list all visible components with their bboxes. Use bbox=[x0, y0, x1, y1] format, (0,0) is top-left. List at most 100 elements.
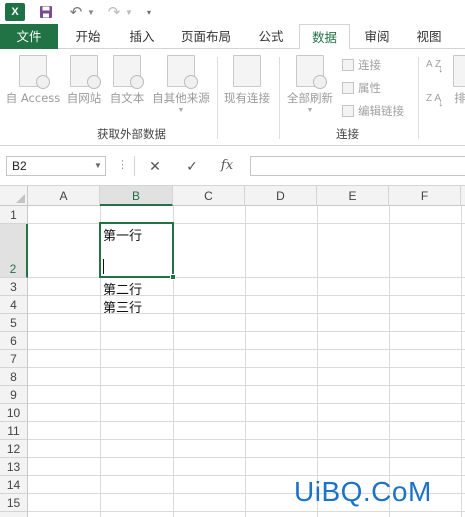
customize-toolbar-icon[interactable]: ▾ bbox=[144, 3, 154, 21]
undo-icon[interactable]: ↶ bbox=[68, 3, 84, 21]
tab-page-layout[interactable]: 页面布局 bbox=[174, 24, 238, 49]
sort-ascending-arrow-icon: ↓ bbox=[438, 63, 444, 75]
column-header-g[interactable] bbox=[461, 186, 465, 206]
row-header-9[interactable]: 9 bbox=[0, 386, 28, 404]
column-header-c[interactable]: C bbox=[173, 186, 245, 206]
watermark: UiBQ.CoM bbox=[294, 476, 432, 507]
column-header-a[interactable]: A bbox=[28, 186, 100, 206]
properties-button[interactable]: 属性 bbox=[342, 78, 381, 98]
row-header-12[interactable]: 12 bbox=[0, 440, 28, 458]
row-header-5[interactable]: 5 bbox=[0, 314, 28, 332]
access-icon bbox=[19, 55, 50, 89]
cancel-icon[interactable]: ✕ bbox=[144, 156, 166, 176]
web-icon bbox=[70, 55, 101, 89]
row-header-8[interactable]: 8 bbox=[0, 368, 28, 386]
ribbon-data: 自 Access 自网站 自文本 自其他来源 ▼ 获取外部数据 现有连接 全部刷… bbox=[0, 49, 465, 146]
gridline bbox=[28, 457, 465, 458]
row-header-13[interactable]: 13 bbox=[0, 458, 28, 476]
gridline bbox=[317, 206, 318, 517]
row-header-14[interactable]: 14 bbox=[0, 476, 28, 494]
column-header-f[interactable]: F bbox=[389, 186, 461, 206]
row-header-4[interactable]: 4 bbox=[0, 296, 28, 314]
edit-links-button[interactable]: 编辑链接 bbox=[342, 101, 404, 121]
name-box-dropdown-icon[interactable]: ▼ bbox=[90, 156, 106, 176]
sort-button[interactable]: 排 bbox=[450, 53, 465, 106]
tab-review[interactable]: 审阅 bbox=[354, 24, 400, 49]
sort-icon bbox=[453, 55, 465, 87]
row-header-7[interactable]: 7 bbox=[0, 350, 28, 368]
formula-bar: B2 ▼ ⋮ ✕ ✓ fx bbox=[0, 146, 465, 186]
tab-file[interactable]: 文件 bbox=[0, 24, 58, 49]
column-header-d[interactable]: D bbox=[245, 186, 317, 206]
connections-button[interactable]: 连接 bbox=[342, 55, 381, 75]
save-icon[interactable] bbox=[38, 3, 54, 21]
gridline bbox=[28, 223, 465, 224]
enter-icon[interactable]: ✓ bbox=[181, 156, 203, 176]
connections-icon bbox=[342, 59, 354, 71]
group-divider bbox=[418, 57, 419, 139]
select-all-button[interactable] bbox=[0, 186, 28, 206]
gridline bbox=[28, 511, 465, 512]
row-header-10[interactable]: 10 bbox=[0, 404, 28, 422]
edit-links-icon bbox=[342, 105, 354, 117]
from-access-button[interactable]: 自 Access bbox=[4, 53, 62, 106]
other-sources-icon bbox=[167, 55, 198, 89]
row-header-15[interactable]: 15 bbox=[0, 494, 28, 512]
text-file-icon bbox=[113, 55, 144, 89]
gridline bbox=[28, 385, 465, 386]
existing-connections-icon bbox=[233, 55, 261, 87]
gridline bbox=[389, 206, 390, 517]
existing-connections-button[interactable]: 现有连接 bbox=[220, 53, 274, 106]
formula-input[interactable] bbox=[250, 156, 465, 176]
refresh-all-button[interactable]: 全部刷新 ▼ bbox=[284, 53, 336, 114]
spreadsheet-grid[interactable]: A B C D E F 1 2 3 4 5 6 7 8 9 10 11 12 1… bbox=[0, 186, 465, 517]
redo-icon[interactable]: ↷ bbox=[106, 3, 122, 21]
gridline bbox=[28, 331, 465, 332]
chevron-down-icon: ▼ bbox=[177, 107, 185, 114]
tab-formulas[interactable]: 公式 bbox=[248, 24, 294, 49]
group-label-connections: 连接 bbox=[336, 127, 359, 141]
cell-b3: 第二行 bbox=[103, 283, 143, 298]
tab-data[interactable]: 数据 bbox=[299, 24, 350, 50]
tab-view[interactable]: 视图 bbox=[406, 24, 452, 49]
from-other-sources-button[interactable]: 自其他来源 ▼ bbox=[149, 53, 213, 114]
tab-home[interactable]: 开始 bbox=[64, 24, 112, 49]
row-header-11[interactable]: 11 bbox=[0, 422, 28, 440]
undo-dropdown-icon[interactable]: ▼ bbox=[86, 3, 96, 21]
row-header-6[interactable]: 6 bbox=[0, 332, 28, 350]
group-divider bbox=[217, 57, 218, 139]
gridline bbox=[245, 206, 246, 517]
gridline bbox=[28, 295, 465, 296]
row-header-1[interactable]: 1 bbox=[0, 206, 28, 224]
redo-dropdown-icon[interactable]: ▼ bbox=[124, 3, 134, 21]
group-divider bbox=[279, 57, 280, 139]
sort-descending-arrow-icon: ↓ bbox=[438, 97, 444, 109]
fill-handle[interactable] bbox=[170, 274, 176, 280]
row-header-3[interactable]: 3 bbox=[0, 278, 28, 296]
gridline bbox=[28, 313, 465, 314]
ribbon-tabs: 文件 开始 插入 页面布局 公式 数据 审阅 视图 bbox=[0, 24, 465, 50]
cell-b4: 第三行 bbox=[103, 301, 143, 316]
gridline bbox=[28, 367, 465, 368]
text-cursor bbox=[103, 259, 104, 274]
gridline bbox=[28, 403, 465, 404]
gridline bbox=[28, 439, 465, 440]
row-header-2[interactable]: 2 bbox=[0, 224, 28, 278]
row-header-16[interactable] bbox=[0, 512, 28, 517]
from-text-button[interactable]: 自文本 bbox=[106, 53, 148, 106]
column-header-e[interactable]: E bbox=[317, 186, 389, 206]
cell-b2-line1: 第一行 bbox=[103, 229, 143, 244]
properties-icon bbox=[342, 82, 354, 94]
gridline bbox=[28, 349, 465, 350]
refresh-icon bbox=[296, 55, 327, 89]
column-header-b[interactable]: B bbox=[100, 186, 173, 206]
excel-logo-icon: X bbox=[5, 3, 25, 21]
from-web-button[interactable]: 自网站 bbox=[63, 53, 105, 106]
group-label-get-external-data: 获取外部数据 bbox=[97, 127, 166, 141]
formula-bar-splitter-icon[interactable]: ⋮ bbox=[117, 158, 128, 171]
gridline bbox=[28, 421, 465, 422]
formula-bar-divider bbox=[134, 156, 135, 176]
insert-function-icon[interactable]: fx bbox=[216, 156, 238, 176]
gridline bbox=[461, 206, 462, 517]
tab-insert[interactable]: 插入 bbox=[118, 24, 166, 49]
